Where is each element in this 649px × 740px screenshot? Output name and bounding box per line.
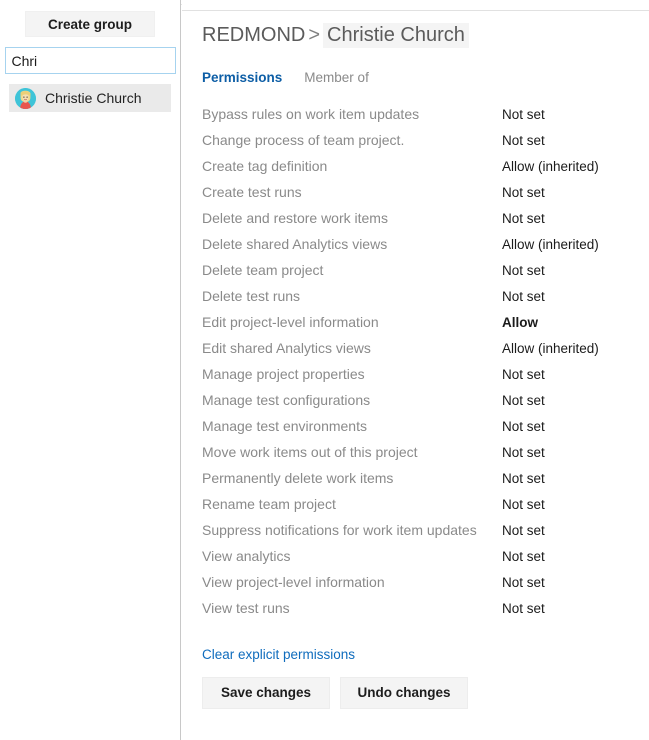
permission-name: Delete and restore work items (202, 210, 502, 226)
permission-actions: Clear explicit permissions Save changes … (202, 646, 649, 709)
tab-member-of[interactable]: Member of (304, 70, 369, 85)
permission-name: Manage test environments (202, 418, 502, 434)
permission-value[interactable]: Not set (502, 523, 545, 538)
permission-value[interactable]: Not set (502, 367, 545, 382)
tab-bar: Permissions Member of (202, 70, 649, 85)
table-row[interactable]: Create tag definitionAllow (inherited) (202, 158, 649, 184)
permission-value[interactable]: Not set (502, 445, 545, 460)
breadcrumb-separator-icon: > (305, 24, 323, 46)
permission-value[interactable]: Not set (502, 185, 545, 200)
permissions-panel: REDMOND>Christie Church Permissions Memb… (181, 0, 649, 740)
permission-value[interactable]: Not set (502, 497, 545, 512)
permission-name: Manage test configurations (202, 392, 502, 408)
permission-value[interactable]: Not set (502, 419, 545, 434)
table-row[interactable]: Suppress notifications for work item upd… (202, 522, 649, 548)
permission-name: Edit project-level information (202, 314, 502, 330)
create-group-button[interactable]: Create group (25, 11, 155, 37)
button-row: Save changes Undo changes (202, 677, 649, 709)
permission-name: Edit shared Analytics views (202, 340, 502, 356)
permission-name: Create test runs (202, 184, 502, 200)
list-item[interactable]: Christie Church (9, 84, 171, 112)
permission-name: Delete test runs (202, 288, 502, 304)
table-row[interactable]: Delete team projectNot set (202, 262, 649, 288)
table-row[interactable]: View test runsNot set (202, 600, 649, 626)
search-results-list: Christie Church (0, 84, 180, 112)
user-avatar-icon (15, 88, 36, 109)
permission-name: Create tag definition (202, 158, 502, 174)
table-row[interactable]: View project-level informationNot set (202, 574, 649, 600)
save-changes-button[interactable]: Save changes (202, 677, 330, 709)
permission-name: Bypass rules on work item updates (202, 106, 502, 122)
permission-name: Delete team project (202, 262, 502, 278)
table-row[interactable]: Move work items out of this projectNot s… (202, 444, 649, 470)
table-row[interactable]: Manage test environmentsNot set (202, 418, 649, 444)
permission-value[interactable]: Not set (502, 549, 545, 564)
security-permissions-page: Create group Chr (0, 0, 649, 740)
table-row[interactable]: View analyticsNot set (202, 548, 649, 574)
table-row[interactable]: Delete shared Analytics viewsAllow (inhe… (202, 236, 649, 262)
permission-value[interactable]: Not set (502, 575, 545, 590)
permission-table: Bypass rules on work item updatesNot set… (202, 106, 649, 626)
list-item-label: Christie Church (45, 90, 141, 106)
permission-value[interactable]: Not set (502, 289, 545, 304)
table-row[interactable]: Delete and restore work itemsNot set (202, 210, 649, 236)
permission-value[interactable]: Not set (502, 263, 545, 278)
permission-value[interactable]: Not set (502, 393, 545, 408)
permission-value[interactable]: Not set (502, 133, 545, 148)
permission-name: Suppress notifications for work item upd… (202, 522, 502, 538)
permission-name: View project-level information (202, 574, 502, 590)
permission-value[interactable]: Not set (502, 107, 545, 122)
permission-name: Manage project properties (202, 366, 502, 382)
breadcrumb-root[interactable]: REDMOND (202, 24, 305, 46)
search-input[interactable] (5, 47, 176, 74)
permission-name: Delete shared Analytics views (202, 236, 502, 252)
clear-explicit-permissions-link[interactable]: Clear explicit permissions (202, 647, 355, 662)
table-row[interactable]: Rename team projectNot set (202, 496, 649, 522)
table-row[interactable]: Change process of team project.Not set (202, 132, 649, 158)
permission-value[interactable]: Not set (502, 471, 545, 486)
tab-permissions[interactable]: Permissions (202, 70, 282, 85)
permission-value[interactable]: Allow (inherited) (502, 341, 599, 356)
table-row[interactable]: Create test runsNot set (202, 184, 649, 210)
breadcrumb: REDMOND>Christie Church (202, 22, 649, 48)
permission-name: Rename team project (202, 496, 502, 512)
permission-name: View test runs (202, 600, 502, 616)
permission-value[interactable]: Allow (502, 315, 538, 330)
permission-value[interactable]: Not set (502, 211, 545, 226)
permission-name: Change process of team project. (202, 132, 502, 148)
table-row[interactable]: Manage project propertiesNot set (202, 366, 649, 392)
breadcrumb-current: Christie Church (323, 23, 469, 48)
permission-value[interactable]: Allow (inherited) (502, 237, 599, 252)
identity-picker-sidebar: Create group Chr (0, 0, 181, 740)
permission-name: View analytics (202, 548, 502, 564)
table-row[interactable]: Permanently delete work itemsNot set (202, 470, 649, 496)
table-row[interactable]: Bypass rules on work item updatesNot set (202, 106, 649, 132)
permission-name: Move work items out of this project (202, 444, 502, 460)
table-row[interactable]: Delete test runsNot set (202, 288, 649, 314)
permission-value[interactable]: Not set (502, 601, 545, 616)
undo-changes-button[interactable]: Undo changes (340, 677, 468, 709)
table-row[interactable]: Edit shared Analytics viewsAllow (inheri… (202, 340, 649, 366)
table-row[interactable]: Edit project-level informationAllow (202, 314, 649, 340)
permission-value[interactable]: Allow (inherited) (502, 159, 599, 174)
permission-name: Permanently delete work items (202, 470, 502, 486)
table-row[interactable]: Manage test configurationsNot set (202, 392, 649, 418)
